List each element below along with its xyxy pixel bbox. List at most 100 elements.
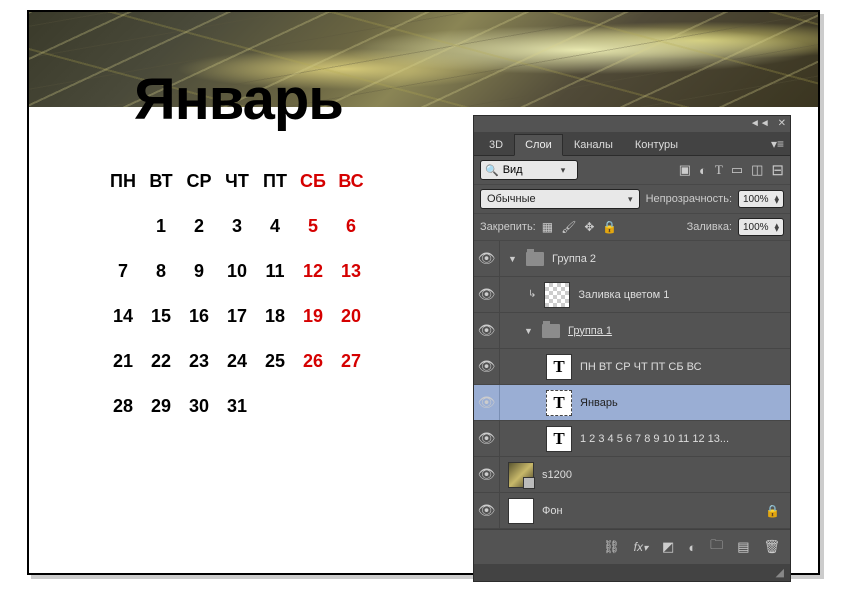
filter-shape-icon[interactable]: ▭	[731, 162, 743, 178]
layer-thumb[interactable]	[508, 462, 534, 488]
search-icon: 🔍	[485, 164, 499, 177]
type-layer-icon[interactable]: T	[546, 354, 572, 380]
layers-panel[interactable]: ◄◄ ✕ 3D Слои Каналы Контуры ▾≡ 🔍 ▾ ▣ ◐ T…	[473, 115, 791, 582]
layer-numbers-text[interactable]: 👁 T 1 2 3 4 5 6 7 8 9 10 11 12 13...	[474, 421, 790, 457]
weekday-sat: СБ	[297, 171, 329, 192]
visibility-icon[interactable]: 👁	[474, 313, 500, 348]
lock-position-icon[interactable]: ✥	[584, 220, 594, 234]
filter-pixel-icon[interactable]: ▣	[679, 162, 691, 178]
visibility-icon[interactable]: 👁	[474, 277, 500, 312]
blend-row: Обычные ▾ Непрозрачность: 100% ▴▾	[474, 185, 790, 214]
layer-name[interactable]: Группа 2	[552, 253, 596, 265]
day-cell: 7	[107, 261, 139, 282]
type-layer-icon[interactable]: T	[546, 426, 572, 452]
layer-name[interactable]: s1200	[542, 469, 572, 481]
layer-group1[interactable]: 👁 ▼ Группа 1	[474, 313, 790, 349]
lock-image-icon[interactable]: 🖌	[561, 220, 576, 234]
day-cell: 6	[335, 216, 367, 237]
delete-layer-icon[interactable]: 🗑	[763, 539, 780, 555]
day-cell	[297, 396, 329, 417]
layer-weekdays-text[interactable]: 👁 T ПН ВТ СР ЧТ ПТ СБ ВС	[474, 349, 790, 385]
fill-input[interactable]: 100% ▴▾	[738, 218, 784, 236]
tab-channels[interactable]: Каналы	[563, 134, 624, 155]
layer-s1200[interactable]: 👁 s1200	[474, 457, 790, 493]
new-fill-icon[interactable]: ◐	[688, 540, 696, 555]
day-cell: 11	[259, 261, 291, 282]
panel-menu-icon[interactable]: ▾≡	[765, 133, 790, 155]
layer-name[interactable]: Заливка цветом 1	[578, 289, 669, 301]
weekday-wed: СР	[183, 171, 215, 192]
layer-kind-input[interactable]	[503, 164, 557, 176]
day-cell: 9	[183, 261, 215, 282]
day-cell: 20	[335, 306, 367, 327]
visibility-icon[interactable]: 👁	[474, 241, 500, 276]
lock-transparent-icon[interactable]: ▦	[542, 220, 553, 234]
layer-name[interactable]: Фон	[542, 505, 563, 517]
day-cell: 13	[335, 261, 367, 282]
month-title: Январь	[134, 66, 343, 133]
twisty-icon[interactable]: ▼	[508, 254, 518, 264]
new-group-icon[interactable]: 🗀	[710, 536, 723, 558]
filter-smart-icon[interactable]: ◫	[751, 162, 763, 178]
calendar-row: 21 22 23 24 25 26 27	[107, 351, 367, 372]
day-cell: 22	[145, 351, 177, 372]
tab-3d[interactable]: 3D	[478, 134, 514, 155]
twisty-icon[interactable]: ▼	[524, 326, 534, 336]
add-mask-icon[interactable]: ◩	[662, 539, 674, 555]
day-cell	[335, 396, 367, 417]
opacity-label: Непрозрачность:	[646, 193, 732, 205]
filter-toggle-icon[interactable]: ⊟	[771, 161, 784, 179]
day-cell: 19	[297, 306, 329, 327]
opacity-input[interactable]: 100% ▴▾	[738, 190, 784, 208]
visibility-icon[interactable]: 👁	[474, 457, 500, 492]
day-cell: 23	[183, 351, 215, 372]
day-cell: 10	[221, 261, 253, 282]
layer-name[interactable]: Группа 1	[568, 325, 612, 337]
layer-name[interactable]: 1 2 3 4 5 6 7 8 9 10 11 12 13...	[580, 433, 729, 445]
day-cell: 27	[335, 351, 367, 372]
layer-group2[interactable]: 👁 ▼ Группа 2	[474, 241, 790, 277]
tab-paths[interactable]: Контуры	[624, 134, 689, 155]
layer-name[interactable]: Январь	[580, 397, 618, 409]
layer-thumb[interactable]	[508, 498, 534, 524]
filter-adjust-icon[interactable]: ◐	[699, 163, 707, 178]
calendar-header-row: ПН ВТ СР ЧТ ПТ СБ ВС	[107, 171, 367, 192]
layer-kind-select[interactable]: 🔍 ▾	[480, 160, 578, 180]
calendar-row: 7 8 9 10 11 12 13	[107, 261, 367, 282]
weekday-thu: ЧТ	[221, 171, 253, 192]
visibility-icon[interactable]: 👁	[474, 349, 500, 384]
weekday-tue: ВТ	[145, 171, 177, 192]
layer-thumb[interactable]	[544, 282, 570, 308]
stepper-icon[interactable]: ▴▾	[774, 223, 779, 231]
stepper-icon[interactable]: ▴▾	[774, 195, 779, 203]
layer-colorfill[interactable]: 👁 ↳ Заливка цветом 1	[474, 277, 790, 313]
visibility-icon[interactable]: 👁	[474, 421, 500, 456]
resize-handle-icon[interactable]: ◢	[776, 566, 784, 579]
layer-fx-icon[interactable]: fx▾	[634, 540, 648, 554]
lock-row: Закрепить: ▦ 🖌 ✥ 🔒 Заливка: 100% ▴▾	[474, 214, 790, 241]
weekday-sun: ВС	[335, 171, 367, 192]
visibility-icon[interactable]: 👁	[474, 385, 500, 420]
lock-icon[interactable]: 🔒	[765, 504, 790, 518]
type-layer-icon[interactable]: T	[546, 390, 572, 416]
day-cell: 5	[297, 216, 329, 237]
collapse-icon[interactable]: ◄◄	[750, 118, 770, 130]
layer-background[interactable]: 👁 Фон 🔒	[474, 493, 790, 529]
calendar-row: 14 15 16 17 18 19 20	[107, 306, 367, 327]
layer-month[interactable]: 👁 T Январь	[474, 385, 790, 421]
day-cell: 30	[183, 396, 215, 417]
new-layer-icon[interactable]: ▤	[737, 539, 749, 555]
day-cell: 8	[145, 261, 177, 282]
visibility-icon[interactable]: 👁	[474, 493, 500, 528]
blend-mode-select[interactable]: Обычные ▾	[480, 189, 640, 209]
close-icon[interactable]: ✕	[778, 118, 786, 130]
lock-all-icon[interactable]: 🔒	[602, 220, 617, 234]
layer-name[interactable]: ПН ВТ СР ЧТ ПТ СБ ВС	[580, 361, 702, 373]
tab-layers[interactable]: Слои	[514, 134, 563, 156]
filter-type-icon[interactable]: T	[715, 162, 723, 178]
link-layers-icon[interactable]: ⛓	[603, 539, 620, 555]
calendar-row: 1 2 3 4 5 6	[107, 216, 367, 237]
chevron-down-icon: ▾	[561, 165, 566, 176]
weekday-mon: ПН	[107, 171, 139, 192]
folder-icon	[526, 252, 544, 266]
